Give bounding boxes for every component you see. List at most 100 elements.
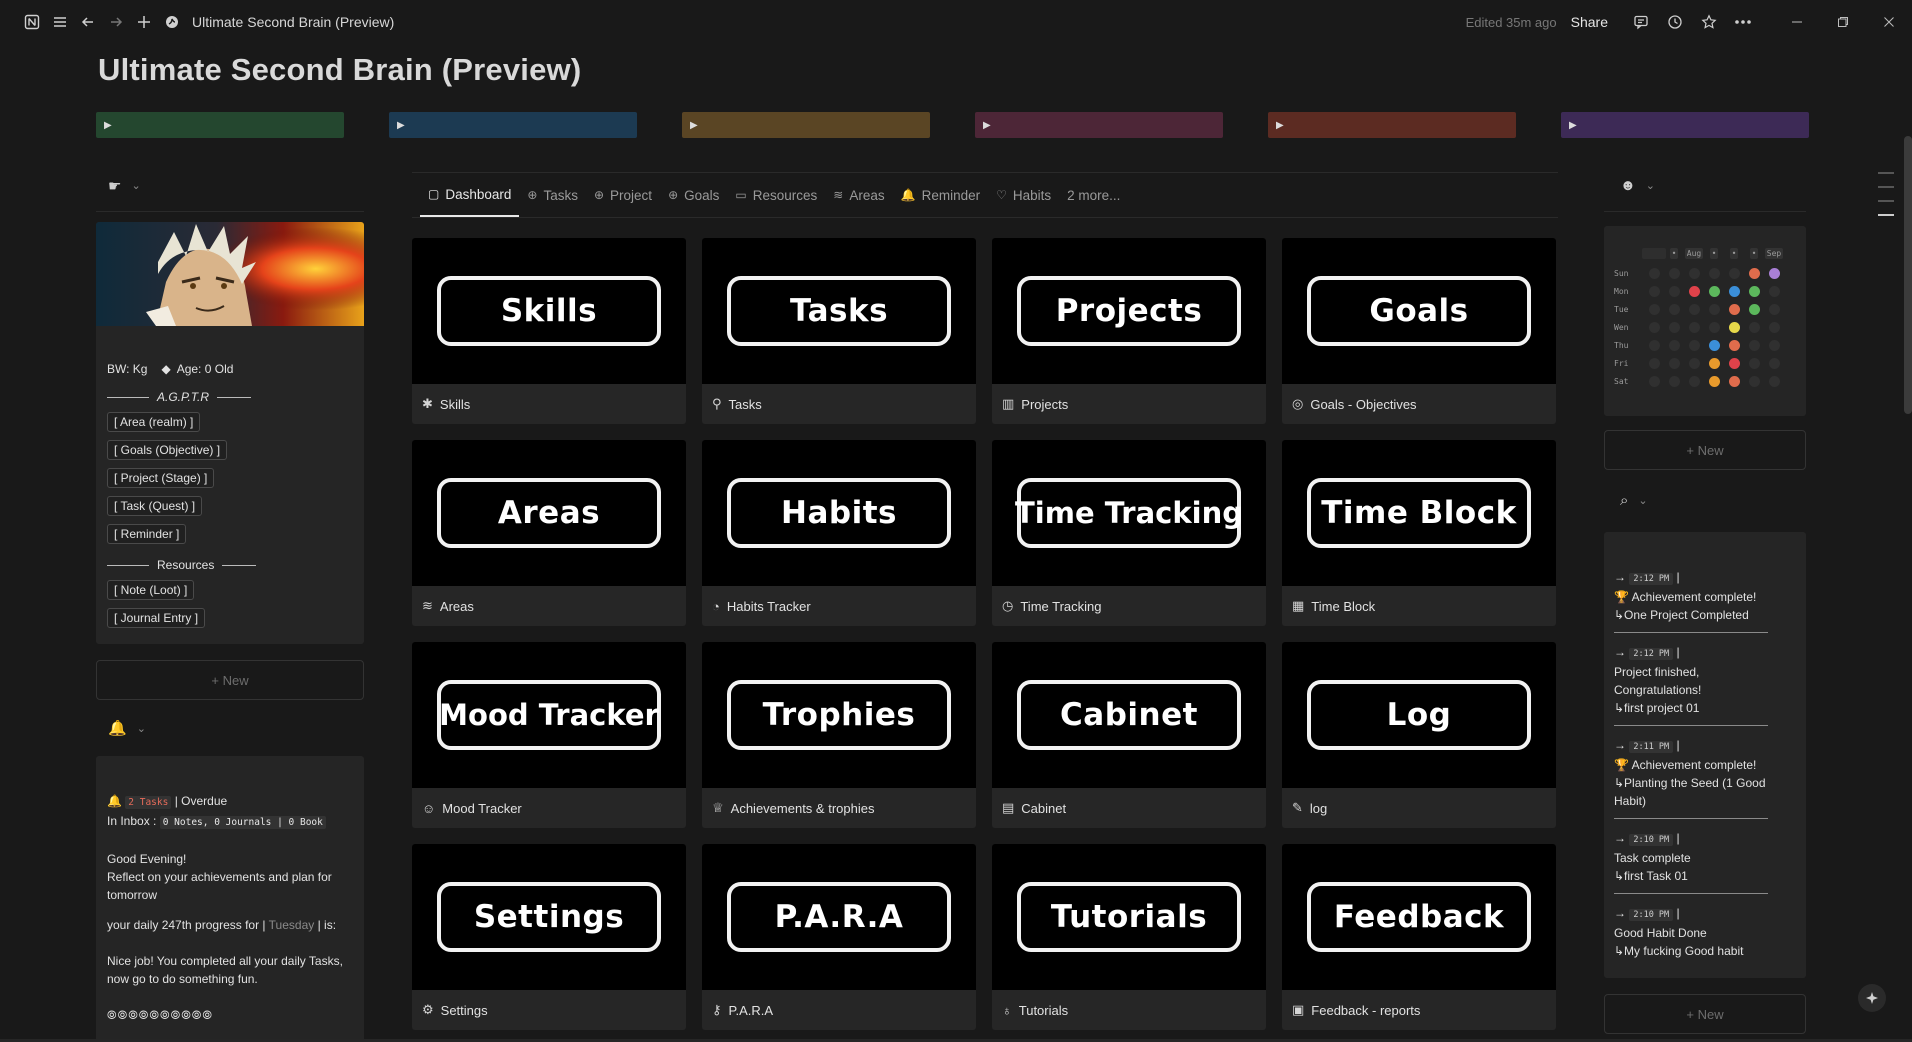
- tab-habits[interactable]: ♡ Habits: [988, 173, 1059, 217]
- heatmap-cell[interactable]: [1644, 303, 1664, 315]
- heatmap-cell[interactable]: [1744, 375, 1764, 387]
- minimize-window-icon[interactable]: [1774, 0, 1820, 44]
- heatmap-cell[interactable]: [1744, 339, 1764, 351]
- heatmap-cell[interactable]: [1724, 375, 1744, 387]
- inbox-badge[interactable]: 0 Notes, 0 Journals | 0 Book: [159, 816, 326, 829]
- vertical-scrollbar[interactable]: [1904, 136, 1912, 414]
- card-goals[interactable]: Goals ◎ Goals - Objectives: [1282, 238, 1556, 424]
- heatmap-cell[interactable]: [1684, 339, 1704, 351]
- heatmap-cell[interactable]: [1724, 339, 1744, 351]
- card-tutorials[interactable]: Tutorials ♁ Tutorials: [992, 844, 1266, 1030]
- heatmap-cell[interactable]: [1684, 285, 1704, 297]
- toggle-triangle-icon[interactable]: ▶: [1569, 120, 1577, 131]
- close-window-icon[interactable]: [1866, 0, 1912, 44]
- table-of-contents-indicator[interactable]: [1878, 172, 1894, 228]
- heatmap-cell[interactable]: [1724, 357, 1744, 369]
- card-mood-tracker[interactable]: Mood Tracker ☺ Mood Tracker: [412, 642, 686, 828]
- chip-journal[interactable]: [ Journal Entry ]: [107, 608, 206, 628]
- heatmap-cell[interactable]: [1644, 375, 1664, 387]
- heatmap-cell[interactable]: [1764, 303, 1784, 315]
- new-tab-plus-icon[interactable]: [130, 8, 158, 36]
- card-para[interactable]: P.A.R.A ⚷ P.A.R.A: [702, 844, 976, 1030]
- menu-icon[interactable]: [46, 8, 74, 36]
- heatmap-cell[interactable]: [1704, 285, 1724, 297]
- heatmap-cell[interactable]: [1764, 267, 1784, 279]
- heatmap-cell[interactable]: [1704, 375, 1724, 387]
- heatmap-cell[interactable]: [1644, 285, 1664, 297]
- heatmap-cell[interactable]: [1664, 321, 1684, 333]
- toggle-triangle-icon[interactable]: ▶: [397, 120, 405, 131]
- ai-sparkle-button[interactable]: [1858, 984, 1886, 1012]
- card-tasks[interactable]: Tasks ⚲ Tasks: [702, 238, 976, 424]
- tab-more[interactable]: 2 more...: [1059, 173, 1128, 217]
- comments-icon[interactable]: [1624, 5, 1658, 39]
- notion-logo-icon[interactable]: [18, 8, 46, 36]
- heatmap-cell[interactable]: [1744, 321, 1764, 333]
- tab-areas[interactable]: ≋ Areas: [825, 173, 892, 217]
- tab-goals[interactable]: ⊕ Goals: [660, 173, 727, 217]
- heatmap-cell[interactable]: [1744, 303, 1764, 315]
- heatmap-cell[interactable]: [1644, 339, 1664, 351]
- log-section-header[interactable]: ⌕ ⌄: [1604, 478, 1806, 522]
- heatmap-cell[interactable]: [1704, 303, 1724, 315]
- chip-area[interactable]: [ Area (realm) ]: [107, 412, 201, 432]
- chip-task[interactable]: [ Task (Quest) ]: [107, 496, 203, 516]
- tab-resources[interactable]: ▭ Resources: [727, 173, 825, 217]
- new-log-button[interactable]: + New: [1604, 994, 1806, 1034]
- tab-project[interactable]: ⊕ Project: [586, 173, 660, 217]
- chevron-down-icon[interactable]: ⌄: [137, 722, 146, 735]
- heatmap-cell[interactable]: [1684, 375, 1704, 387]
- notes-section-header[interactable]: 🔔 ⌄: [96, 708, 364, 748]
- new-profile-button[interactable]: + New: [96, 660, 364, 700]
- back-arrow-icon[interactable]: [74, 8, 102, 36]
- forward-arrow-icon[interactable]: [102, 8, 130, 36]
- card-log[interactable]: Log ✎ log: [1282, 642, 1556, 828]
- heatmap-cell[interactable]: [1764, 321, 1784, 333]
- card-settings[interactable]: Settings ⚙ Settings: [412, 844, 686, 1030]
- heatmap-cell[interactable]: [1724, 267, 1744, 279]
- heatmap-cell[interactable]: [1664, 285, 1684, 297]
- tab-dashboard[interactable]: ▢ Dashboard: [420, 173, 520, 217]
- heatmap-cell[interactable]: [1704, 321, 1724, 333]
- overdue-tasks-badge[interactable]: 2 Tasks: [125, 796, 172, 809]
- card-time-tracking[interactable]: Time Tracking ◷ Time Tracking: [992, 440, 1266, 626]
- heatmap-cell[interactable]: [1744, 267, 1764, 279]
- history-clock-icon[interactable]: [1658, 5, 1692, 39]
- card-cabinet[interactable]: Cabinet ▤ Cabinet: [992, 642, 1266, 828]
- toggle-triangle-icon[interactable]: ▶: [690, 120, 698, 131]
- heatmap-cell[interactable]: [1724, 303, 1744, 315]
- chip-reminder[interactable]: [ Reminder ]: [107, 524, 187, 544]
- more-options-icon[interactable]: [1726, 5, 1760, 39]
- heatmap-cell[interactable]: [1704, 357, 1724, 369]
- chevron-down-icon[interactable]: ⌄: [131, 179, 140, 192]
- card-habits[interactable]: Habits ◔ Habits Tracker: [702, 440, 976, 626]
- toggle-triangle-icon[interactable]: ▶: [1276, 120, 1284, 131]
- tab-tasks[interactable]: ⊕ Tasks: [519, 173, 586, 217]
- heatmap-cell[interactable]: [1664, 303, 1684, 315]
- heatmap-cell[interactable]: [1724, 321, 1744, 333]
- card-feedback[interactable]: Feedback ▣ Feedback - reports: [1282, 844, 1556, 1030]
- toggle-bar-rust[interactable]: ▶: [1268, 112, 1516, 138]
- mood-section-header[interactable]: ☻ ⌄: [1604, 160, 1806, 212]
- chevron-down-icon[interactable]: ⌄: [1646, 179, 1655, 192]
- chevron-down-icon[interactable]: ⌄: [1638, 494, 1647, 507]
- heatmap-cell[interactable]: [1664, 267, 1684, 279]
- heatmap-cell[interactable]: [1704, 267, 1724, 279]
- heatmap-cell[interactable]: [1684, 321, 1704, 333]
- tab-reminder[interactable]: 🔔 Reminder: [893, 173, 988, 217]
- heatmap-cell[interactable]: [1704, 339, 1724, 351]
- card-trophies[interactable]: Trophies ♕ Achievements & trophies: [702, 642, 976, 828]
- share-button[interactable]: Share: [1571, 14, 1608, 30]
- heatmap-cell[interactable]: [1764, 285, 1784, 297]
- new-mood-button[interactable]: + New: [1604, 430, 1806, 470]
- toggle-bar-purple[interactable]: ▶: [1561, 112, 1809, 138]
- heatmap-cell[interactable]: [1764, 339, 1784, 351]
- heatmap-cell[interactable]: [1744, 285, 1764, 297]
- heatmap-cell[interactable]: [1644, 357, 1664, 369]
- chip-project[interactable]: [ Project (Stage) ]: [107, 468, 215, 488]
- card-projects[interactable]: Projects ▥ Projects: [992, 238, 1266, 424]
- heatmap-cell[interactable]: [1684, 357, 1704, 369]
- card-areas[interactable]: Areas ≋ Areas: [412, 440, 686, 626]
- restore-window-icon[interactable]: [1820, 0, 1866, 44]
- heatmap-cell[interactable]: [1764, 357, 1784, 369]
